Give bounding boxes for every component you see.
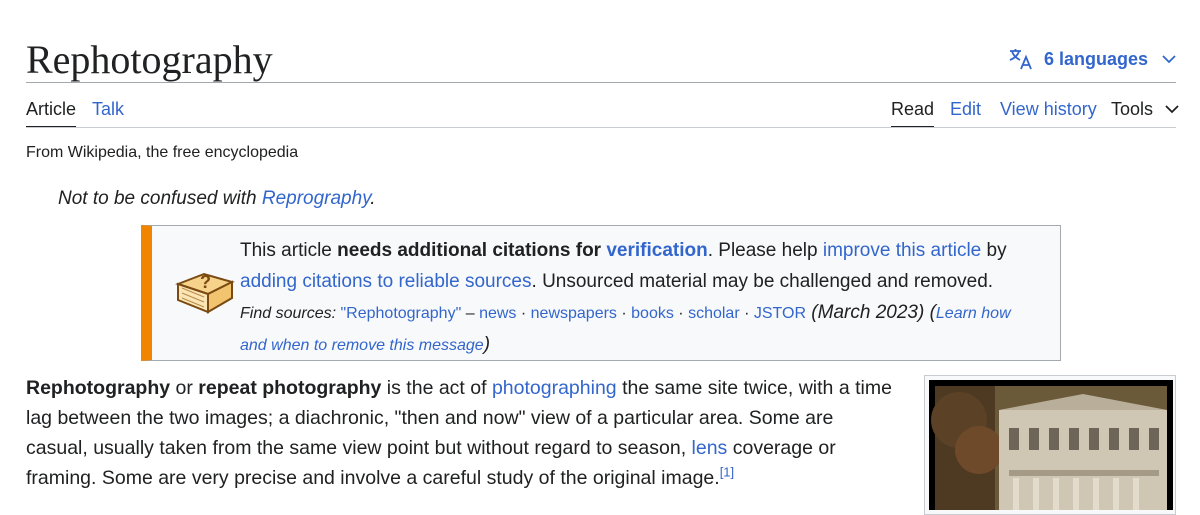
source-scholar-link[interactable]: scholar	[688, 305, 740, 322]
term-repeat-photography: repeat photography	[198, 377, 382, 399]
chevron-down-icon	[1162, 55, 1176, 64]
source-books-link[interactable]: books	[631, 305, 674, 322]
notice-text: This article needs additional citations …	[240, 235, 1040, 361]
tab-talk[interactable]: Talk	[92, 99, 124, 119]
languages-button[interactable]: 6 languages	[1008, 47, 1176, 71]
notice-line-2: adding citations to reliable sources. Un…	[240, 271, 994, 292]
title-divider	[26, 82, 1176, 83]
notice-line-1: This article needs additional citations …	[240, 240, 1007, 261]
reference-1-link[interactable]: [1]	[720, 465, 734, 480]
term-rephotography: Rephotography	[26, 377, 171, 399]
improve-article-link[interactable]: improve this article	[823, 240, 981, 261]
verification-link[interactable]: verification	[606, 240, 707, 261]
translate-icon	[1009, 49, 1032, 70]
source-newspapers-link[interactable]: newspapers	[531, 305, 617, 322]
site-tagline: From Wikipedia, the free encyclopedia	[26, 144, 299, 161]
building-photo	[929, 380, 1173, 510]
hatnote-suffix: .	[370, 188, 376, 209]
adding-citations-link[interactable]: adding citations to reliable sources	[240, 271, 532, 292]
source-query-link[interactable]: "Rephotography"	[340, 305, 461, 322]
chevron-down-icon	[1165, 105, 1179, 114]
source-news-link[interactable]: news	[479, 305, 516, 322]
tools-menu[interactable]: Tools	[1111, 99, 1179, 119]
photographing-link[interactable]: photographing	[492, 377, 617, 399]
tab-read[interactable]: Read	[891, 99, 935, 128]
question-book-icon: ?	[175, 272, 235, 314]
source-jstor-link[interactable]: JSTOR	[754, 305, 806, 322]
find-sources: Find sources: "Rephotography" – news · n…	[240, 302, 1011, 355]
lead-paragraph: Rephotography or repeat photography is t…	[26, 377, 892, 489]
citation-notice: ? This article needs additional citation…	[141, 225, 1061, 361]
svg-text:?: ?	[200, 272, 211, 292]
tabs-divider	[26, 127, 1176, 128]
lens-link[interactable]: lens	[692, 437, 728, 459]
page-title: Rephotography	[26, 37, 273, 82]
notice-date: (March 2023)	[806, 302, 925, 323]
hatnote-prefix: Not to be confused with	[58, 188, 262, 209]
tab-article[interactable]: Article	[26, 99, 77, 128]
languages-label: 6 languages	[1043, 48, 1148, 69]
hatnote: Not to be confused with Reprography.	[58, 187, 376, 211]
tab-edit[interactable]: Edit	[950, 99, 981, 119]
tab-view-history[interactable]: View history	[1000, 99, 1097, 119]
tools-label: Tools	[1111, 99, 1154, 119]
reprography-link[interactable]: Reprography	[262, 188, 370, 209]
infobox-thumbnail[interactable]	[924, 375, 1176, 515]
